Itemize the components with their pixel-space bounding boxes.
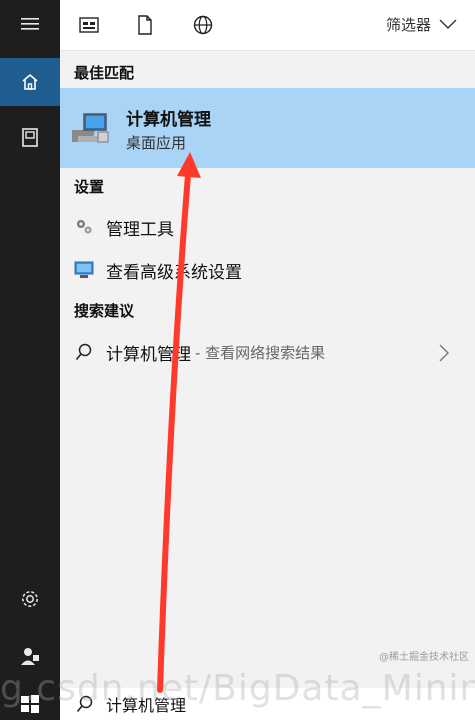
settings-heading: 设置 (74, 178, 105, 196)
suggestion-hint: - 查看网络搜索结果 (195, 343, 326, 362)
apps-icon (79, 17, 99, 33)
apps-filter-button[interactable] (76, 12, 102, 38)
notebook-button[interactable] (0, 114, 60, 162)
monitor-icon (74, 260, 94, 280)
watermark-small: @稀土掘金技术社区 (379, 652, 469, 663)
menu-icon (21, 18, 39, 30)
watermark-url: g.csdn.net/BigData_Mining (0, 668, 475, 709)
web-filter-button[interactable] (190, 12, 216, 38)
chevron-right-icon (439, 344, 449, 362)
filter-dropdown[interactable]: 筛选器 (386, 11, 457, 37)
best-match-item[interactable]: 计算机管理 桌面应用 (60, 88, 475, 168)
settings-item-label: 管理工具 (106, 219, 174, 240)
document-icon (138, 15, 152, 35)
home-icon (22, 73, 38, 90)
filter-label: 筛选器 (385, 15, 431, 34)
best-match-title: 计算机管理 (126, 110, 211, 130)
settings-item-label: 查看高级系统设置 (106, 262, 242, 283)
home-button[interactable] (0, 58, 60, 106)
documents-filter-button[interactable] (132, 12, 158, 38)
settings-item-advanced-system[interactable]: 查看高级系统设置 (60, 250, 475, 290)
settings-icon (22, 591, 38, 607)
computer-management-icon (72, 113, 109, 143)
left-rail (0, 0, 60, 720)
settings-button[interactable] (0, 575, 60, 623)
best-match-subtitle: 桌面应用 (126, 134, 187, 152)
search-icon (74, 342, 94, 362)
globe-icon (193, 15, 213, 35)
chevron-down-icon (439, 19, 457, 29)
top-filter-bar: 筛选器 (60, 0, 475, 51)
suggestion-label: 计算机管理 (106, 344, 191, 365)
user-icon (21, 648, 39, 665)
admin-tools-icon (74, 217, 94, 237)
web-suggestion-item[interactable]: 计算机管理 - 查看网络搜索结果 (60, 332, 475, 372)
search-results-panel: 筛选器 最佳匹配 计算机管理 桌面应用 设置 管理工具 查看高级系统设置 搜索建… (60, 0, 475, 720)
settings-item-admin-tools[interactable]: 管理工具 (60, 207, 475, 247)
hamburger-menu-button[interactable] (0, 0, 60, 48)
suggestions-heading: 搜索建议 (74, 302, 135, 320)
notebook-icon (22, 128, 38, 147)
best-match-heading: 最佳匹配 (74, 64, 135, 82)
